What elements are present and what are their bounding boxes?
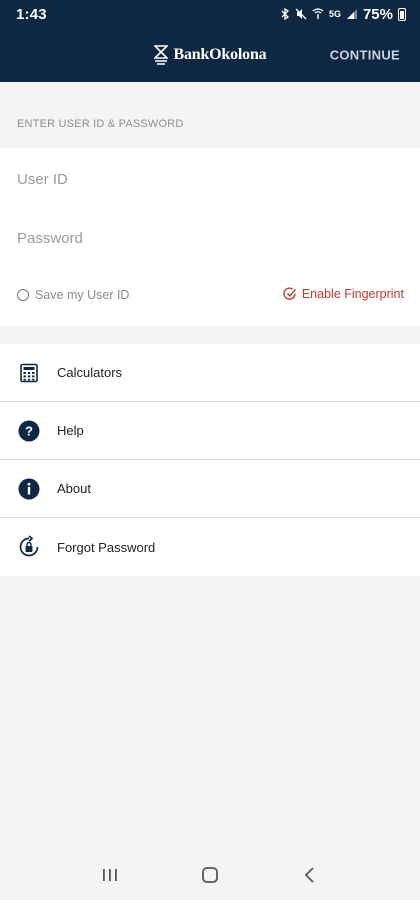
battery-level: 75%	[362, 5, 393, 23]
menu-item-about[interactable]: About	[0, 460, 420, 518]
enable-fingerprint-button[interactable]: Enable Fingerprint	[283, 287, 404, 301]
recent-apps-button[interactable]	[90, 860, 130, 890]
help-icon: ?	[17, 419, 41, 443]
brand-emblem-icon	[153, 45, 168, 65]
hotspot-icon	[312, 8, 324, 19]
status-bar: 1:43 5G 75%	[0, 0, 420, 28]
battery-icon	[398, 7, 406, 21]
status-time: 1:43	[16, 5, 47, 23]
continue-button[interactable]: CONTINUE	[330, 48, 400, 63]
home-button[interactable]	[190, 860, 230, 890]
back-icon	[304, 867, 314, 883]
recent-apps-icon	[103, 869, 117, 881]
menu-list: Calculators ? Help About Forgot Password	[0, 344, 420, 576]
userid-input[interactable]	[17, 168, 403, 190]
save-userid-radio[interactable]	[17, 289, 29, 301]
app-header: 1:43 5G 75% BankOkolona CONTINUE	[0, 0, 420, 82]
brand-logo: BankOkolona	[153, 45, 267, 65]
menu-item-label: Help	[57, 423, 84, 438]
mute-icon	[295, 8, 307, 20]
check-circle-icon	[283, 287, 296, 300]
menu-item-label: Forgot Password	[57, 539, 156, 555]
enable-fingerprint-label: Enable Fingerprint	[301, 287, 404, 301]
menu-item-forgot-password[interactable]: Forgot Password	[0, 518, 420, 576]
menu-item-calculators[interactable]: Calculators	[0, 344, 420, 402]
section-label: ENTER USER ID & PASSWORD	[17, 118, 184, 130]
signal-icon	[346, 9, 357, 19]
bluetooth-icon	[281, 8, 289, 20]
save-userid-toggle[interactable]: Save my User ID	[17, 288, 129, 302]
app-bar: BankOkolona CONTINUE	[0, 28, 420, 82]
menu-item-label: Calculators	[57, 365, 123, 380]
system-nav-bar	[0, 850, 420, 900]
brand-name: BankOkolona	[173, 46, 267, 63]
menu-item-label: About	[57, 481, 91, 496]
calculator-icon	[17, 361, 41, 385]
menu-item-help[interactable]: ? Help	[0, 402, 420, 460]
lock-reset-icon	[17, 535, 41, 559]
info-icon	[17, 477, 41, 501]
login-card: Save my User ID Enable Fingerprint	[0, 148, 420, 326]
back-button[interactable]	[290, 860, 330, 890]
status-icons: 5G 75%	[280, 6, 406, 23]
svg-text:?: ?	[25, 423, 33, 438]
save-userid-label: Save my User ID	[35, 288, 130, 302]
password-input[interactable]	[17, 227, 403, 249]
home-icon	[202, 867, 218, 883]
network-type: 5G	[328, 9, 341, 19]
